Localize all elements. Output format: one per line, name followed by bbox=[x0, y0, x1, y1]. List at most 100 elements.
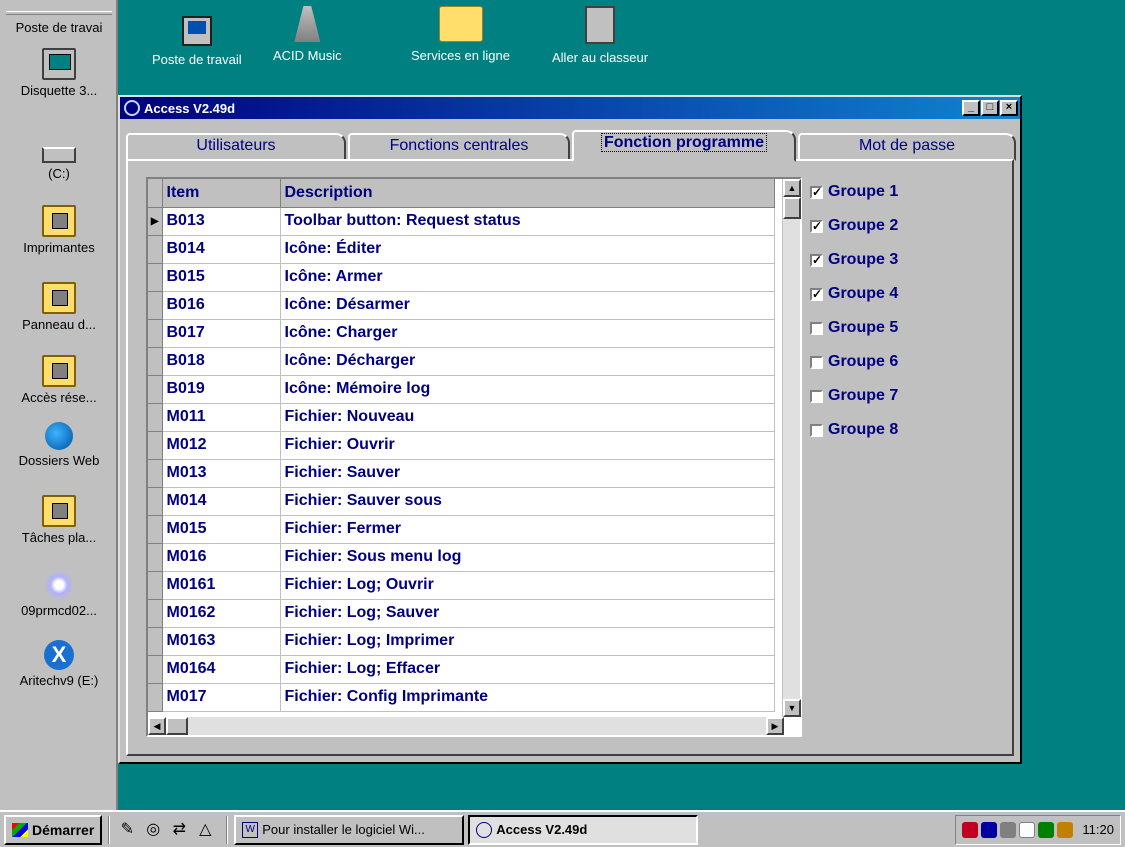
table-row[interactable]: M013 Fichier: Sauver bbox=[148, 459, 775, 488]
table-row[interactable]: M016 Fichier: Sous menu log bbox=[148, 543, 775, 572]
checkbox-unchecked-icon[interactable] bbox=[810, 321, 823, 335]
column-header-item[interactable]: Item bbox=[162, 179, 281, 208]
table-row[interactable]: B019 Icône: Mémoire log bbox=[148, 375, 775, 404]
table-row[interactable]: M0164 Fichier: Log; Effacer bbox=[148, 655, 775, 684]
cell-item[interactable]: B018 bbox=[162, 347, 281, 376]
horizontal-scroll-thumb[interactable] bbox=[166, 717, 188, 735]
scroll-up-button[interactable]: ▲ bbox=[783, 179, 801, 197]
cell-item[interactable]: B016 bbox=[162, 291, 281, 320]
quicklaunch-channels-icon[interactable]: ⇄ bbox=[168, 819, 190, 841]
cell-description[interactable]: Icône: Éditer bbox=[280, 235, 775, 264]
cell-description[interactable]: Toolbar button: Request status bbox=[280, 207, 775, 236]
checkbox-checked-icon[interactable]: ✓ bbox=[810, 253, 823, 267]
checkbox-checked-icon[interactable]: ✓ bbox=[810, 287, 823, 301]
cell-item[interactable]: B015 bbox=[162, 263, 281, 292]
cell-item[interactable]: M011 bbox=[162, 403, 281, 432]
row-indicator[interactable] bbox=[148, 235, 163, 264]
cell-item[interactable]: M0162 bbox=[162, 599, 281, 628]
row-indicator[interactable] bbox=[148, 319, 163, 348]
sidebar-item-aritechv9[interactable]: X Aritechv9 (E:) bbox=[0, 640, 118, 688]
scheduler-tray-icon[interactable] bbox=[1038, 821, 1055, 838]
cell-description[interactable]: Icône: Décharger bbox=[280, 347, 775, 376]
volume-icon[interactable] bbox=[1000, 821, 1017, 838]
row-indicator[interactable] bbox=[148, 543, 163, 572]
cell-item[interactable]: B017 bbox=[162, 319, 281, 348]
cell-item[interactable]: B014 bbox=[162, 235, 281, 264]
table-row[interactable]: ▶ B013 Toolbar button: Request status bbox=[148, 207, 775, 236]
table-row[interactable]: M0161 Fichier: Log; Ouvrir bbox=[148, 571, 775, 600]
table-row[interactable]: B017 Icône: Charger bbox=[148, 319, 775, 348]
desktop-icon-aller-au-classeur[interactable]: Aller au classeur bbox=[552, 6, 648, 65]
sidebar-item-poste-de-travail[interactable]: Poste de travai bbox=[0, 20, 118, 35]
cell-description[interactable]: Fichier: Nouveau bbox=[280, 403, 775, 432]
row-indicator[interactable] bbox=[148, 431, 163, 460]
row-indicator[interactable] bbox=[148, 627, 163, 656]
checkbox-checked-icon[interactable]: ✓ bbox=[810, 219, 823, 233]
checkbox-unchecked-icon[interactable] bbox=[810, 389, 823, 403]
checkbox-unchecked-icon[interactable] bbox=[810, 423, 823, 437]
cell-description[interactable]: Fichier: Sauver sous bbox=[280, 487, 775, 516]
horizontal-scrollbar[interactable]: ◀ ▶ bbox=[148, 717, 784, 735]
tab-fonction-programme[interactable]: Fonction programme bbox=[572, 130, 796, 162]
network-tray-icon[interactable] bbox=[981, 821, 998, 838]
sidebar-item-acces-reseau[interactable]: Accès rése... bbox=[0, 355, 118, 405]
row-indicator[interactable] bbox=[148, 291, 163, 320]
window-titlebar[interactable]: Access V2.49d _ □ × bbox=[120, 97, 1020, 119]
group-checkbox-4[interactable]: ✓ Groupe 4 bbox=[810, 277, 898, 311]
table-row[interactable]: M015 Fichier: Fermer bbox=[148, 515, 775, 544]
sidebar-item-drive-c[interactable]: (C:) bbox=[0, 135, 118, 181]
cell-item[interactable]: M0161 bbox=[162, 571, 281, 600]
table-row[interactable]: M0162 Fichier: Log; Sauver bbox=[148, 599, 775, 628]
checkbox-checked-icon[interactable]: ✓ bbox=[810, 185, 823, 199]
cell-item[interactable]: M012 bbox=[162, 431, 281, 460]
cell-description[interactable]: Icône: Désarmer bbox=[280, 291, 775, 320]
sidebar-item-panneau[interactable]: Panneau d... bbox=[0, 282, 118, 332]
cell-description[interactable]: Fichier: Config Imprimante bbox=[280, 683, 775, 712]
cell-item[interactable]: M013 bbox=[162, 459, 281, 488]
quicklaunch-browser-icon[interactable]: ◎ bbox=[142, 819, 164, 841]
group-checkbox-8[interactable]: Groupe 8 bbox=[810, 413, 898, 447]
row-indicator[interactable] bbox=[148, 375, 163, 404]
task-button-access[interactable]: Access V2.49d bbox=[468, 814, 699, 845]
task-button-word[interactable]: W Pour installer le logiciel Wi... bbox=[234, 814, 465, 845]
sidebar-item-taches[interactable]: Tâches pla... bbox=[0, 495, 118, 545]
desktop-icon-poste-de-travail[interactable]: Poste de travail bbox=[152, 6, 242, 67]
group-checkbox-3[interactable]: ✓ Groupe 3 bbox=[810, 243, 898, 277]
row-indicator[interactable] bbox=[148, 459, 163, 488]
sidebar-item-dossiers-web[interactable]: Dossiers Web bbox=[0, 422, 118, 468]
cell-item[interactable]: B019 bbox=[162, 375, 281, 404]
cell-description[interactable]: Icône: Armer bbox=[280, 263, 775, 292]
row-indicator[interactable] bbox=[148, 655, 163, 684]
vertical-scrollbar[interactable]: ▲ ▼ bbox=[782, 179, 801, 717]
row-indicator[interactable] bbox=[148, 403, 163, 432]
minimize-button[interactable]: _ bbox=[962, 100, 980, 116]
cell-description[interactable]: Icône: Mémoire log bbox=[280, 375, 775, 404]
column-header-description[interactable]: Description bbox=[280, 179, 775, 208]
scroll-down-button[interactable]: ▼ bbox=[783, 699, 801, 717]
cell-description[interactable]: Fichier: Sous menu log bbox=[280, 543, 775, 572]
tab-utilisateurs[interactable]: Utilisateurs bbox=[126, 133, 346, 161]
scroll-left-button[interactable]: ◀ bbox=[148, 717, 166, 735]
cell-description[interactable]: Fichier: Ouvrir bbox=[280, 431, 775, 460]
row-indicator[interactable] bbox=[148, 487, 163, 516]
cell-item[interactable]: M0163 bbox=[162, 627, 281, 656]
maximize-button[interactable]: □ bbox=[981, 100, 999, 116]
cell-description[interactable]: Icône: Charger bbox=[280, 319, 775, 348]
quicklaunch-warning-icon[interactable]: △ bbox=[194, 819, 216, 841]
cell-item[interactable]: M014 bbox=[162, 487, 281, 516]
cell-description[interactable]: Fichier: Log; Effacer bbox=[280, 655, 775, 684]
group-checkbox-2[interactable]: ✓ Groupe 2 bbox=[810, 209, 898, 243]
tab-mot-de-passe[interactable]: Mot de passe bbox=[798, 133, 1016, 161]
table-row[interactable]: B014 Icône: Éditer bbox=[148, 235, 775, 264]
cell-description[interactable]: Fichier: Fermer bbox=[280, 515, 775, 544]
table-row[interactable]: B018 Icône: Décharger bbox=[148, 347, 775, 376]
cell-item[interactable]: M016 bbox=[162, 543, 281, 572]
row-indicator[interactable] bbox=[148, 263, 163, 292]
sidebar-item-09prmcd02[interactable]: 09prmcd02... bbox=[0, 570, 118, 618]
function-grid[interactable]: Item Description ▶ B013 Toolbar button: Re… bbox=[146, 177, 802, 737]
row-indicator[interactable] bbox=[148, 347, 163, 376]
cell-item[interactable]: M015 bbox=[162, 515, 281, 544]
cell-item[interactable]: B013 bbox=[162, 207, 281, 236]
table-row[interactable]: M012 Fichier: Ouvrir bbox=[148, 431, 775, 460]
row-indicator[interactable] bbox=[148, 571, 163, 600]
